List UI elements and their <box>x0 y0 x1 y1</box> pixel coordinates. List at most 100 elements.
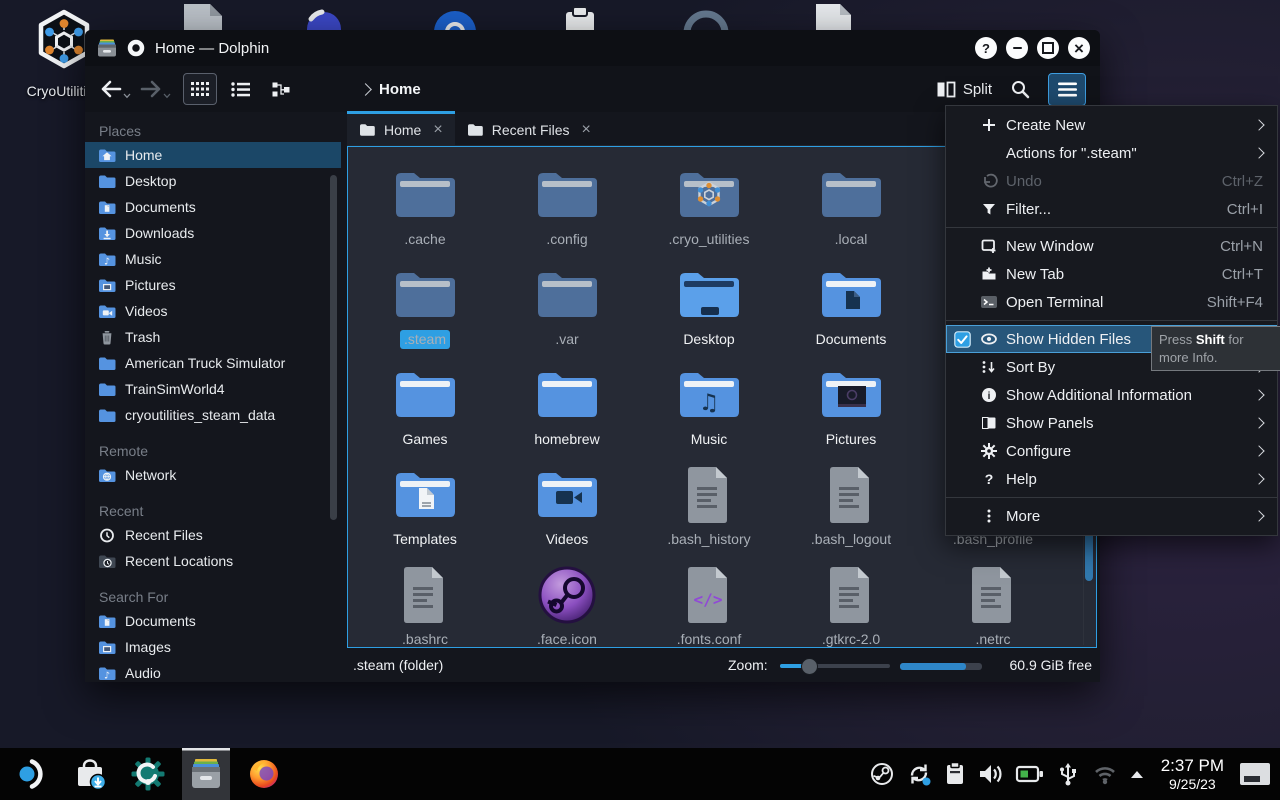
menu-item-actions-for-steam[interactable]: Actions for ".steam" <box>946 139 1277 167</box>
breadcrumb[interactable]: Home <box>361 81 421 98</box>
taskbar-app-dolphin[interactable] <box>182 748 230 800</box>
menu-item-more[interactable]: More <box>946 502 1277 530</box>
menu-item-help[interactable]: ?Help <box>946 465 1277 493</box>
hamburger-menu-button[interactable] <box>1048 73 1086 106</box>
menu-item-configure[interactable]: Configure <box>946 437 1277 465</box>
sidebar-item-videos[interactable]: Videos <box>85 298 341 324</box>
sidebar-item-music[interactable]: ♪Music <box>85 246 341 272</box>
tray-clipboard-icon[interactable] <box>943 761 967 787</box>
file-item-face-icon[interactable]: .face.icon <box>500 563 634 649</box>
sidebar-item-recent-locations[interactable]: Recent Locations <box>85 548 341 574</box>
show-desktop-button[interactable] <box>1240 763 1270 785</box>
clock[interactable]: 2:37 PM 9/25/23 <box>1161 756 1224 792</box>
sidebar-item-documents[interactable]: Documents <box>85 194 341 220</box>
file-item-bashrc[interactable]: .bashrc <box>358 563 492 649</box>
help-icon: ? <box>980 470 1006 488</box>
desktop-shortcut-partial-clipboard-white[interactable] <box>560 2 600 30</box>
file-label: Desktop <box>679 330 738 349</box>
taskbar-app-application-launcher[interactable] <box>8 748 56 800</box>
sidebar-item-home[interactable]: Home <box>85 142 341 168</box>
clock-time: 2:37 PM <box>1161 756 1224 776</box>
file-item-homebrew[interactable]: homebrew <box>500 363 634 449</box>
tab-recent-files[interactable]: Recent Files × <box>455 111 603 145</box>
tray-usb-icon[interactable] <box>1055 761 1081 787</box>
menu-shortcut: Ctrl+I <box>1227 201 1263 218</box>
tab-close-icon[interactable]: × <box>582 121 591 139</box>
submenu-chevron-icon <box>1253 389 1264 400</box>
help-button[interactable]: ? <box>975 37 997 59</box>
file-item-cryo-utilities[interactable]: .cryo_utilities <box>642 163 776 249</box>
desktop-shortcut-partial-ring-slate[interactable] <box>683 2 729 30</box>
file-item-music[interactable]: ♫Music <box>642 363 776 449</box>
menu-item-filter[interactable]: Filter...Ctrl+I <box>946 195 1277 223</box>
file-item-gtkrc-2-0[interactable]: .gtkrc-2.0 <box>784 563 918 649</box>
file-item-local[interactable]: .local <box>784 163 918 249</box>
tray-network-icon[interactable] <box>1091 762 1119 786</box>
back-button[interactable] <box>99 79 129 99</box>
sidebar-item-label: cryoutilities_steam_data <box>125 407 275 423</box>
sidebar-item-american-truck-simulator[interactable]: American Truck Simulator <box>85 350 341 376</box>
sidebar-item-trash[interactable]: Trash <box>85 324 341 350</box>
sidebar-item-cryoutilities-steam-data[interactable]: cryoutilities_steam_data <box>85 402 341 428</box>
tray-caret-up-icon[interactable] <box>1129 769 1145 779</box>
titlebar[interactable]: Home — Dolphin ? × <box>85 30 1100 66</box>
taskbar-app-firefox[interactable] <box>240 748 288 800</box>
menu-item-new-window[interactable]: New WindowCtrl+N <box>946 232 1277 260</box>
desktop-shortcut-partial-doc-white[interactable] <box>812 2 854 30</box>
taskbar-app-discover[interactable] <box>66 748 114 800</box>
menu-item-show-additional-information[interactable]: iShow Additional Information <box>946 381 1277 409</box>
desktop-shortcut-partial-doc-gray[interactable] <box>180 2 224 30</box>
desktop-shortcut-partial-disc[interactable] <box>303 2 345 30</box>
sidebar-item-downloads[interactable]: Downloads <box>85 220 341 246</box>
sidebar-scrollbar[interactable] <box>330 175 337 520</box>
search-button[interactable] <box>1010 79 1030 99</box>
tree-view-button[interactable] <box>265 74 297 104</box>
tab-close-icon[interactable]: × <box>433 121 442 139</box>
desktop-shortcut-partial-circle-blue[interactable] <box>432 2 478 30</box>
file-item-cache[interactable]: .cache <box>358 163 492 249</box>
sidebar-item-documents[interactable]: Documents <box>85 608 341 634</box>
file-item-games[interactable]: Games <box>358 363 492 449</box>
file-item-config[interactable]: .config <box>500 163 634 249</box>
file-item-var[interactable]: .var <box>500 263 634 349</box>
menu-item-create-new[interactable]: Create New <box>946 111 1277 139</box>
menu-item-show-panels[interactable]: Show Panels <box>946 409 1277 437</box>
sidebar-item-pictures[interactable]: Pictures <box>85 272 341 298</box>
sidebar-item-label: Music <box>125 251 162 267</box>
forward-button[interactable] <box>139 79 169 99</box>
menu-item-undo[interactable]: UndoCtrl+Z <box>946 167 1277 195</box>
file-item-templates[interactable]: Templates <box>358 463 492 549</box>
menu-item-new-tab[interactable]: New TabCtrl+T <box>946 260 1277 288</box>
minimize-button[interactable] <box>1006 37 1028 59</box>
maximize-button[interactable] <box>1037 37 1059 59</box>
split-button[interactable]: Split <box>936 81 992 98</box>
file-item-documents[interactable]: Documents <box>784 263 918 349</box>
sidebar-item-desktop[interactable]: Desktop <box>85 168 341 194</box>
file-item-netrc[interactable]: .netrc <box>926 563 1060 649</box>
file-item-bash-history[interactable]: .bash_history <box>642 463 776 549</box>
file-item-bash-logout[interactable]: .bash_logout <box>784 463 918 549</box>
sidebar-item-network[interactable]: Network <box>85 462 341 488</box>
file-item-steam[interactable]: .steam <box>358 263 492 349</box>
tray-volume-icon[interactable] <box>977 762 1005 786</box>
sidebar-item-recent-files[interactable]: Recent Files <box>85 522 341 548</box>
close-button[interactable]: × <box>1068 37 1090 59</box>
file-item-videos[interactable]: Videos <box>500 463 634 549</box>
tray-sync-icon[interactable] <box>905 760 933 788</box>
file-label: .bash_logout <box>807 530 895 549</box>
details-view-button[interactable] <box>225 74 257 104</box>
tab-home[interactable]: Home × <box>347 111 455 145</box>
zoom-slider-handle[interactable] <box>801 658 818 675</box>
file-item-fonts-conf[interactable]: </>.fonts.conf <box>642 563 776 649</box>
tray-steam-icon[interactable] <box>869 761 895 787</box>
menu-item-label: Help <box>1006 471 1037 488</box>
icons-view-button[interactable] <box>183 73 217 105</box>
tray-battery-icon[interactable] <box>1015 762 1045 786</box>
zoom-slider[interactable] <box>780 664 890 668</box>
file-item-desktop[interactable]: Desktop <box>642 263 776 349</box>
file-item-pictures[interactable]: Pictures <box>784 363 918 449</box>
menu-item-open-terminal[interactable]: Open TerminalShift+F4 <box>946 288 1277 316</box>
breadcrumb-home[interactable]: Home <box>379 81 421 98</box>
taskbar-app-system-settings[interactable] <box>124 748 172 800</box>
sidebar-item-trainsimworld4[interactable]: TrainSimWorld4 <box>85 376 341 402</box>
